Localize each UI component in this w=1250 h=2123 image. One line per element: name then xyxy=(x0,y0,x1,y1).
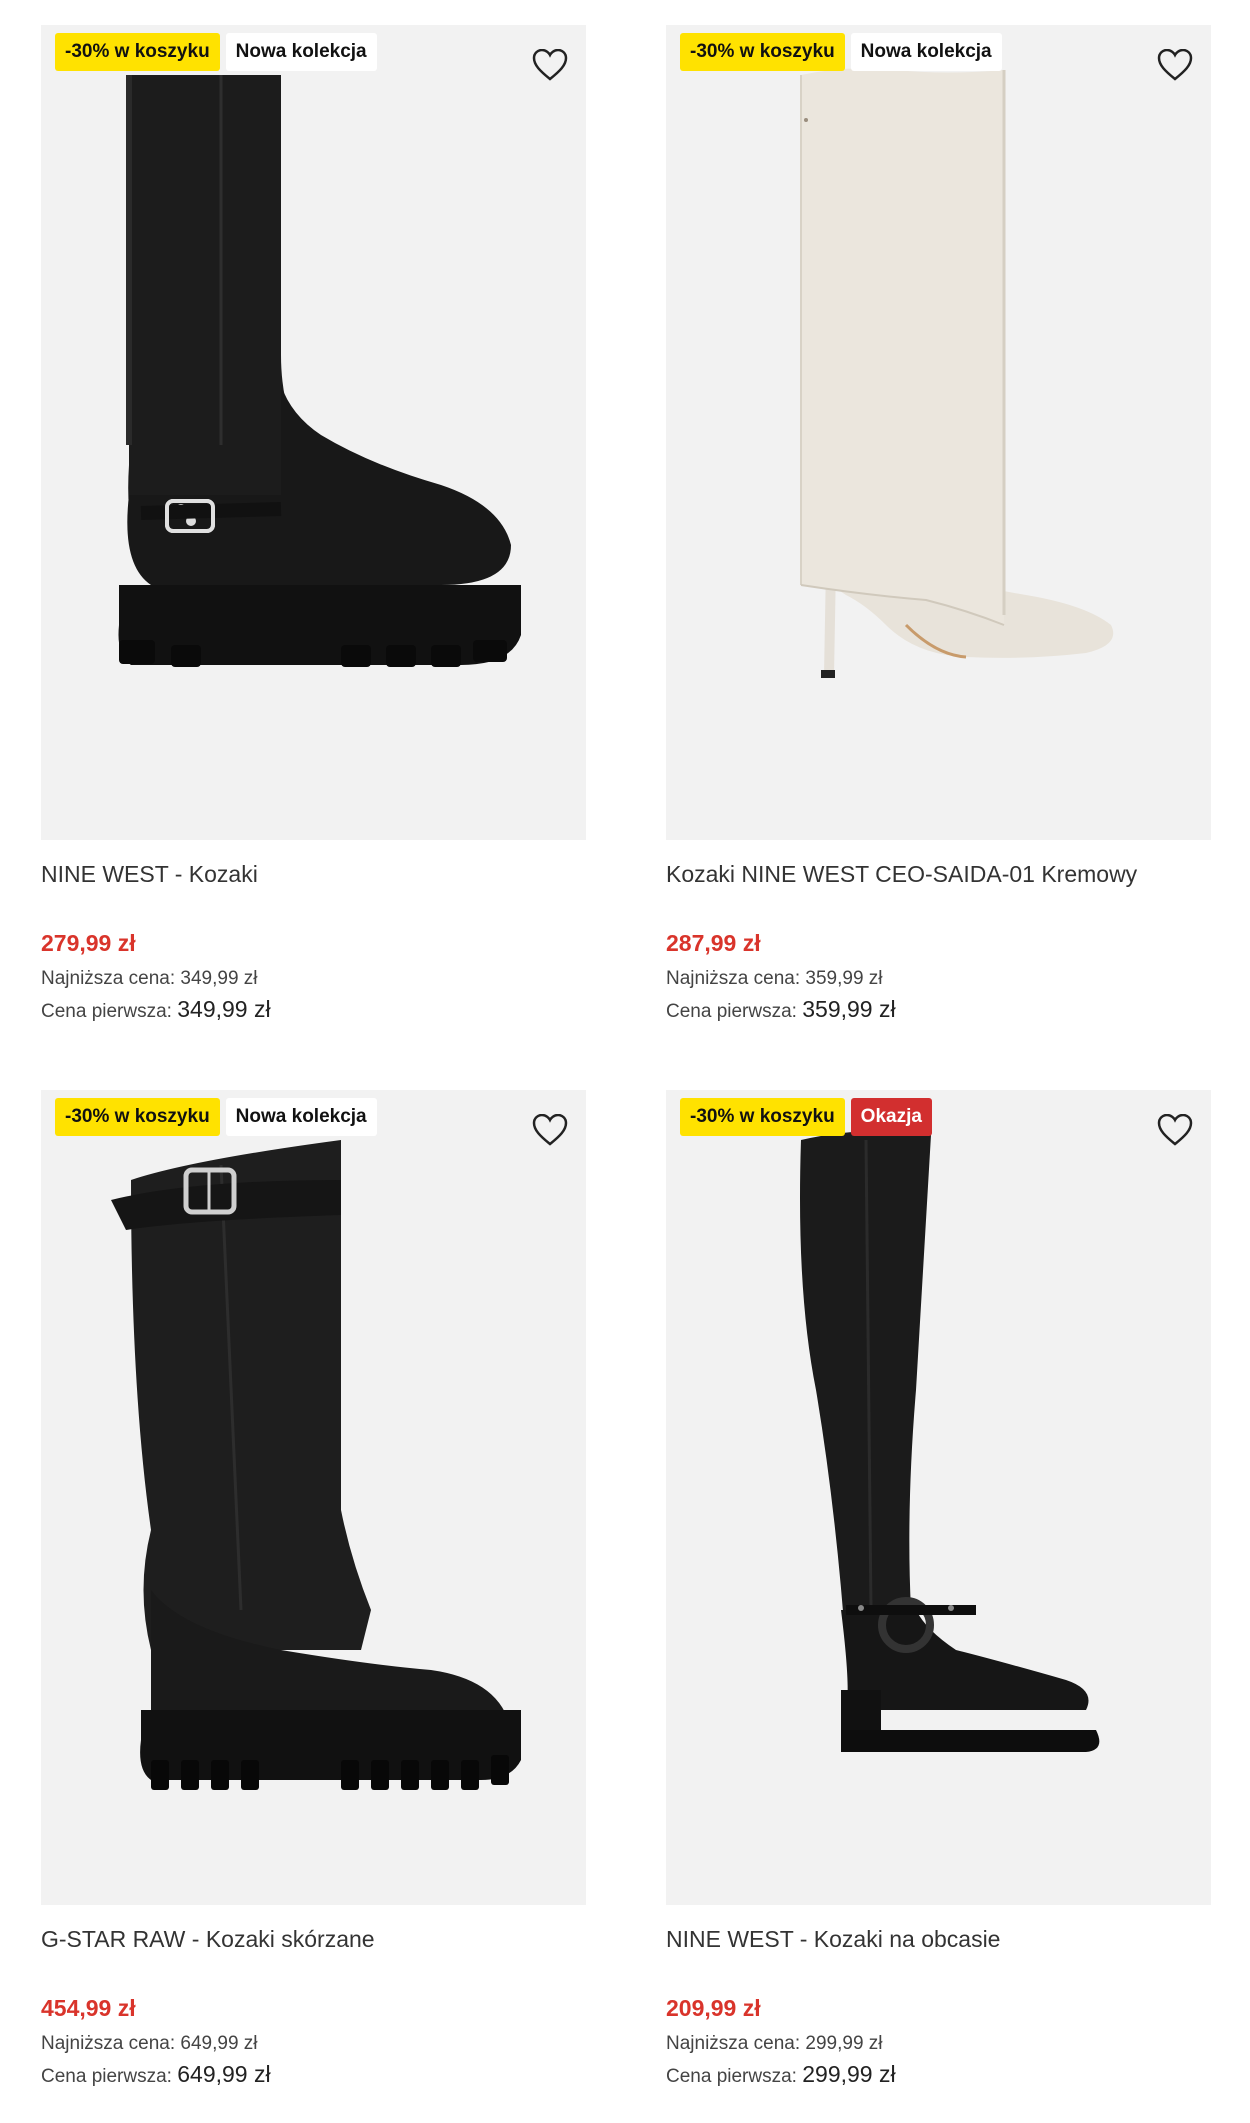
first-price: Cena pierwsza: 359,99 zł xyxy=(666,994,1211,1027)
promo-badge: -30% w koszyku xyxy=(680,33,845,71)
product-title[interactable]: NINE WEST - Kozaki na obcasie xyxy=(666,1923,1211,1955)
lowest-price: Najniższa cena: 359,99 zł xyxy=(666,964,1211,994)
product-card[interactable]: -30% w koszyku Okazja NINE WEST - Kozaki… xyxy=(666,1090,1211,2092)
promo-badge: -30% w koszyku xyxy=(680,1098,845,1136)
lowest-price-value: 359,99 zł xyxy=(805,968,883,989)
product-image[interactable]: -30% w koszyku Okazja xyxy=(666,1090,1211,1905)
lowest-price-label: Najniższa cena: xyxy=(41,2033,176,2054)
first-price-value: 649,99 zł xyxy=(177,2061,271,2087)
first-price: Cena pierwsza: 649,99 zł xyxy=(41,2059,586,2092)
boot-image xyxy=(800,1131,1100,1752)
heart-outline-icon[interactable] xyxy=(1153,1108,1197,1152)
badge-group: -30% w koszyku Nowa kolekcja xyxy=(55,33,377,71)
lowest-price: Najniższa cena: 649,99 zł xyxy=(41,2029,586,2059)
product-card[interactable]: -30% w koszyku Nowa kolekcja G-STAR RAW … xyxy=(41,1090,586,2092)
lowest-price-label: Najniższa cena: xyxy=(666,968,801,989)
lowest-price-value: 349,99 zł xyxy=(180,968,258,989)
product-title[interactable]: NINE WEST - Kozaki xyxy=(41,858,586,890)
product-card[interactable]: -30% w koszyku Nowa kolekcja Kozaki NINE… xyxy=(666,25,1211,1027)
lowest-price: Najniższa cena: 299,99 zł xyxy=(666,2029,1211,2059)
first-price: Cena pierwsza: 349,99 zł xyxy=(41,994,586,1027)
badge-group: -30% w koszyku Okazja xyxy=(680,1098,932,1136)
first-price: Cena pierwsza: 299,99 zł xyxy=(666,2059,1211,2092)
first-price-label: Cena pierwsza: xyxy=(41,2066,172,2087)
product-grid: -30% w koszyku Nowa kolekcja NINE WEST -… xyxy=(0,0,1250,2123)
first-price-label: Cena pierwsza: xyxy=(41,1001,172,1022)
product-title[interactable]: G-STAR RAW - Kozaki skórzane xyxy=(41,1923,586,1955)
deal-badge: Okazja xyxy=(850,1098,932,1136)
sale-price: 454,99 zł xyxy=(41,1995,136,2021)
new-collection-badge: Nowa kolekcja xyxy=(850,33,1002,71)
heart-outline-icon[interactable] xyxy=(528,1108,572,1152)
new-collection-badge: Nowa kolekcja xyxy=(225,1098,377,1136)
product-image[interactable]: -30% w koszyku Nowa kolekcja xyxy=(41,1090,586,1905)
sale-price: 287,99 zł xyxy=(666,930,761,956)
heart-outline-icon[interactable] xyxy=(528,43,572,87)
heart-outline-icon[interactable] xyxy=(1153,43,1197,87)
first-price-value: 349,99 zł xyxy=(177,996,271,1022)
product-card[interactable]: -30% w koszyku Nowa kolekcja NINE WEST -… xyxy=(41,25,586,1027)
promo-badge: -30% w koszyku xyxy=(55,1098,220,1136)
first-price-label: Cena pierwsza: xyxy=(666,2066,797,2087)
first-price-value: 299,99 zł xyxy=(802,2061,896,2087)
badge-group: -30% w koszyku Nowa kolekcja xyxy=(680,33,1002,71)
first-price-label: Cena pierwsza: xyxy=(666,1001,797,1022)
lowest-price-value: 649,99 zł xyxy=(180,2033,258,2054)
boot-image xyxy=(111,1140,521,1790)
lowest-price-label: Najniższa cena: xyxy=(666,2033,801,2054)
lowest-price-label: Najniższa cena: xyxy=(41,968,176,989)
lowest-price: Najniższa cena: 349,99 zł xyxy=(41,964,586,994)
product-image[interactable]: -30% w koszyku Nowa kolekcja xyxy=(41,25,586,840)
boot-image xyxy=(118,75,521,667)
boot-image xyxy=(800,68,1114,678)
first-price-value: 359,99 zł xyxy=(802,996,896,1022)
product-image[interactable]: -30% w koszyku Nowa kolekcja xyxy=(666,25,1211,840)
sale-price: 279,99 zł xyxy=(41,930,136,956)
new-collection-badge: Nowa kolekcja xyxy=(225,33,377,71)
lowest-price-value: 299,99 zł xyxy=(805,2033,883,2054)
sale-price: 209,99 zł xyxy=(666,1995,761,2021)
badge-group: -30% w koszyku Nowa kolekcja xyxy=(55,1098,377,1136)
product-title[interactable]: Kozaki NINE WEST CEO-SAIDA-01 Kremowy xyxy=(666,858,1211,890)
promo-badge: -30% w koszyku xyxy=(55,33,220,71)
